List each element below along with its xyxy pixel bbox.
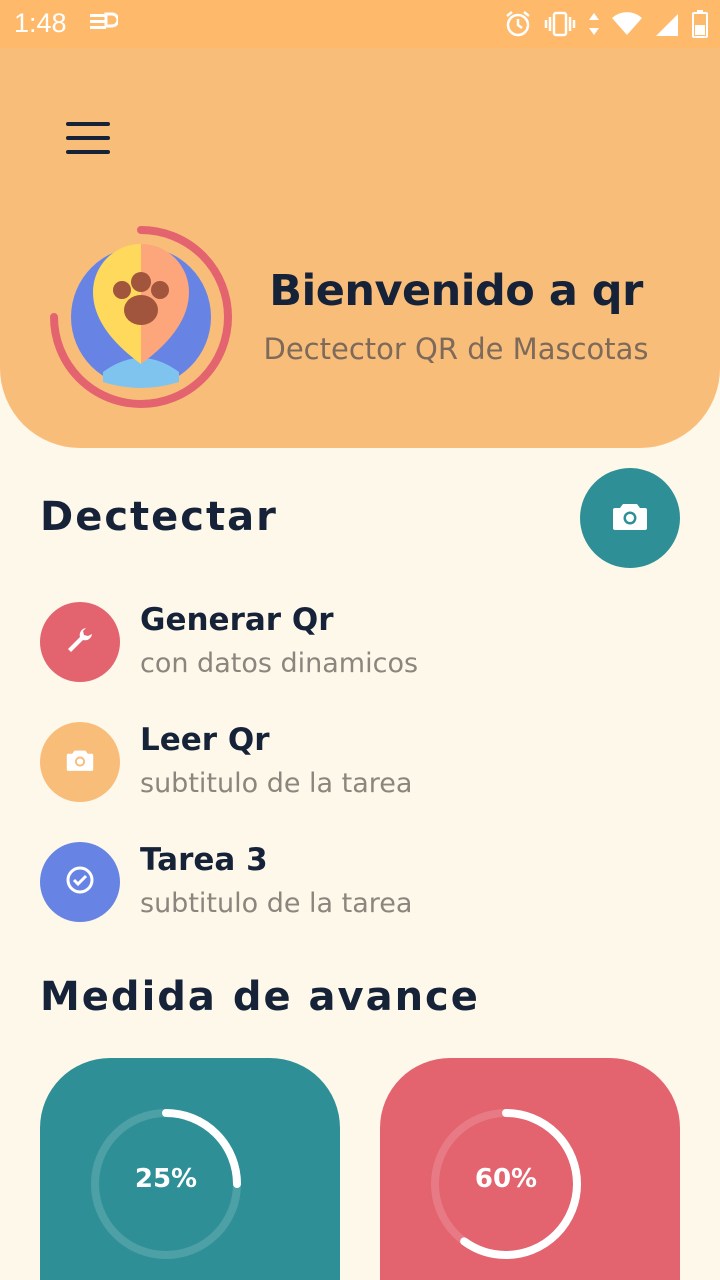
task-title: Generar Qr	[140, 602, 334, 638]
progress-percent: 60%	[474, 1164, 538, 1194]
camera-icon	[612, 501, 648, 535]
menu-button[interactable]	[60, 118, 116, 158]
menu-icon-line	[66, 122, 110, 126]
task-subtitle: subtitulo de la tarea	[140, 768, 413, 799]
progress-section-title: Medida de avance	[40, 974, 480, 1020]
avatar	[48, 224, 234, 410]
progress-card-2[interactable]: 60%	[380, 1058, 680, 1280]
data-arrows-icon	[588, 11, 600, 41]
task-title: Tarea 3	[140, 842, 268, 878]
battery-icon	[692, 10, 708, 42]
signal-icon	[654, 12, 680, 40]
task-title: Leer Qr	[140, 722, 270, 758]
task-item-generar-qr[interactable]: Generar Qr con datos dinamicos	[40, 602, 680, 686]
welcome-title: Bienvenido a qr	[269, 266, 643, 316]
task-subtitle: con datos dinamicos	[140, 648, 419, 679]
alarm-icon	[504, 10, 532, 42]
menu-icon-line	[66, 150, 110, 154]
camera-button[interactable]	[580, 468, 680, 568]
camera-icon	[66, 748, 94, 776]
wrench-icon	[64, 624, 96, 660]
task-item-tarea-3[interactable]: Tarea 3 subtitulo de la tarea	[40, 842, 680, 926]
status-bar: 1:48	[0, 0, 720, 48]
welcome-subtitle: Dectector QR de Mascotas	[263, 332, 649, 366]
progress-percent: 25%	[134, 1164, 198, 1194]
task-icon-circle	[40, 602, 120, 682]
detect-section-title: Dectectar	[40, 494, 278, 540]
vibrate-icon	[544, 11, 576, 41]
status-time: 1:48	[14, 8, 67, 38]
menu-icon-line	[66, 136, 110, 140]
cast-icon	[90, 12, 120, 38]
header-panel: Bienvenido a qr Dectector QR de Mascotas	[0, 48, 720, 448]
task-icon-circle	[40, 722, 120, 802]
wifi-icon	[612, 12, 642, 40]
check-circle-icon	[65, 865, 95, 899]
task-icon-circle	[40, 842, 120, 922]
task-subtitle: subtitulo de la tarea	[140, 888, 413, 919]
task-item-leer-qr[interactable]: Leer Qr subtitulo de la tarea	[40, 722, 680, 806]
progress-card-1[interactable]: 25%	[40, 1058, 340, 1280]
